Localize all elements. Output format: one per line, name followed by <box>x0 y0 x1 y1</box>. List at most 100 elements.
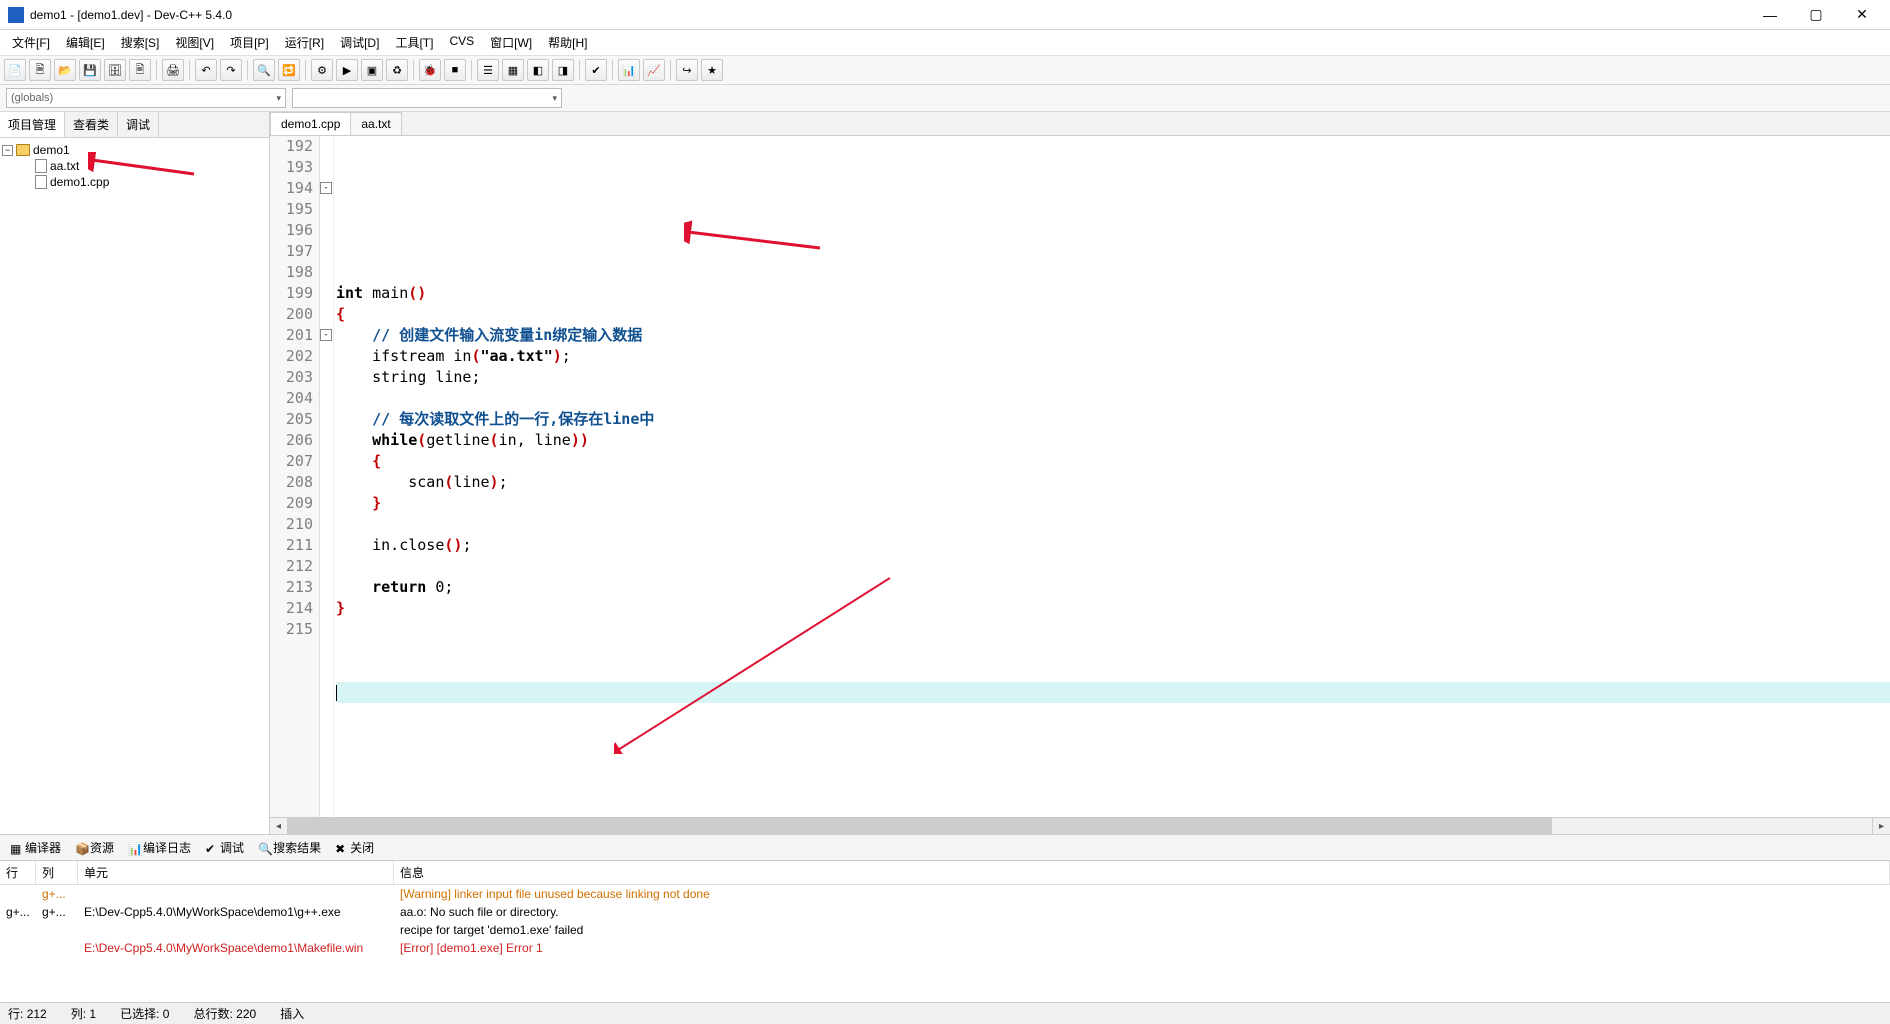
compiler-row[interactable]: recipe for target 'demo1.exe' failed <box>0 921 1890 939</box>
menu-item[interactable]: 调试[D] <box>334 32 385 53</box>
code-line[interactable] <box>336 661 1890 682</box>
code-line[interactable] <box>336 619 1890 640</box>
code-line[interactable] <box>336 745 1890 766</box>
menu-item[interactable]: 工具[T] <box>389 32 439 53</box>
close-button[interactable]: ✕ <box>1848 5 1876 25</box>
find-button[interactable]: 🔍 <box>253 59 275 81</box>
fold-toggle[interactable]: - <box>320 182 332 194</box>
code-line[interactable] <box>336 640 1890 661</box>
code-line[interactable] <box>336 262 1890 283</box>
minimize-button[interactable]: — <box>1756 5 1784 25</box>
tree-file-node[interactable]: aa.txt <box>2 158 267 174</box>
code-line[interactable]: // 每次读取文件上的一行,保存在line中 <box>336 409 1890 430</box>
code-line[interactable]: in.close(); <box>336 535 1890 556</box>
scroll-left-arrow[interactable]: ◂ <box>270 818 288 834</box>
code-line[interactable] <box>336 388 1890 409</box>
bottom-tab[interactable]: 📦资源 <box>69 837 120 858</box>
maximize-button[interactable]: ▢ <box>1802 5 1830 25</box>
tree-file-node[interactable]: demo1.cpp <box>2 174 267 190</box>
compiler-row[interactable]: g+...[Warning] linker input file unused … <box>0 885 1890 903</box>
menu-item[interactable]: 文件[F] <box>6 32 56 53</box>
code-line[interactable]: ifstream in("aa.txt"); <box>336 346 1890 367</box>
col-line-header[interactable]: 行 <box>0 861 36 884</box>
menu-item[interactable]: 窗口[W] <box>484 32 538 53</box>
tree-project-node[interactable]: − demo1 <box>2 142 267 158</box>
bottom-tab[interactable]: 📊编译日志 <box>122 837 197 858</box>
rebuild-button[interactable]: ♻ <box>386 59 408 81</box>
tab-icon: ✔ <box>205 842 217 854</box>
save-all-button[interactable]: 🗄 <box>104 59 126 81</box>
col-col-header[interactable]: 列 <box>36 861 78 884</box>
bottom-tab[interactable]: ✖关闭 <box>329 837 380 858</box>
new-project-button[interactable]: 🗎 <box>29 59 51 81</box>
code-line[interactable]: scan(line); <box>336 472 1890 493</box>
bottom-tab[interactable]: ✔调试 <box>199 837 250 858</box>
menu-item[interactable]: 视图[V] <box>169 32 220 53</box>
print-button[interactable]: 🖨 <box>162 59 184 81</box>
code-line[interactable] <box>336 514 1890 535</box>
editor-tab[interactable]: aa.txt <box>350 112 401 135</box>
left-tab[interactable]: 调试 <box>118 112 159 137</box>
chart-button[interactable]: 📊 <box>618 59 640 81</box>
left-tab[interactable]: 项目管理 <box>0 112 65 137</box>
replace-button[interactable]: 🔁 <box>278 59 300 81</box>
close-file-button[interactable]: 🖹 <box>129 59 151 81</box>
col-unit-header[interactable]: 单元 <box>78 861 394 884</box>
editor-tabs: demo1.cppaa.txt <box>270 112 1890 136</box>
bottom-tab-label: 编译日志 <box>143 839 191 856</box>
menu-item[interactable]: 搜索[S] <box>115 32 166 53</box>
compiler-row[interactable]: E:\Dev-Cpp5.4.0\MyWorkSpace\demo1\Makefi… <box>0 939 1890 957</box>
scope-combo[interactable]: (globals) ▾ <box>6 88 286 108</box>
code-line[interactable]: return 0; <box>336 577 1890 598</box>
bottom-tab[interactable]: 🔍搜索结果 <box>252 837 327 858</box>
menu-item[interactable]: 项目[P] <box>224 32 275 53</box>
code-line[interactable]: string line; <box>336 367 1890 388</box>
editor-tab[interactable]: demo1.cpp <box>270 112 351 135</box>
code-line[interactable]: { <box>336 451 1890 472</box>
fold-toggle[interactable]: - <box>320 329 332 341</box>
minus-icon[interactable]: − <box>2 145 13 156</box>
left-tab[interactable]: 查看类 <box>65 112 118 137</box>
compiler-row[interactable]: g+...g+...E:\Dev-Cpp5.4.0\MyWorkSpace\de… <box>0 903 1890 921</box>
menu-item[interactable]: 帮助[H] <box>542 32 593 53</box>
code-line[interactable]: } <box>336 493 1890 514</box>
check-button[interactable]: ✔ <box>585 59 607 81</box>
stats-button[interactable]: 📈 <box>643 59 665 81</box>
bottom-tab[interactable]: ▦编译器 <box>4 837 67 858</box>
code-line[interactable] <box>336 556 1890 577</box>
menu-item[interactable]: 运行[R] <box>279 32 330 53</box>
code-area[interactable]: int main(){ // 创建文件输入流变量in绑定输入数据 ifstrea… <box>334 136 1890 817</box>
open-button[interactable]: 📂 <box>54 59 76 81</box>
project-opts-button[interactable]: ☰ <box>477 59 499 81</box>
horizontal-scrollbar[interactable]: ◂ ▸ <box>270 817 1890 834</box>
bookmark-button[interactable]: ★ <box>701 59 723 81</box>
new-file-button[interactable]: 📄 <box>4 59 26 81</box>
menu-item[interactable]: CVS <box>443 32 480 53</box>
undo-button[interactable]: ↶ <box>195 59 217 81</box>
compile-run-button[interactable]: ▣ <box>361 59 383 81</box>
grid-button[interactable]: ▦ <box>502 59 524 81</box>
save-button[interactable]: 💾 <box>79 59 101 81</box>
code-line[interactable]: while(getline(in, line)) <box>336 430 1890 451</box>
code-line[interactable]: { <box>336 304 1890 325</box>
compile-button[interactable]: ⚙ <box>311 59 333 81</box>
scroll-thumb[interactable] <box>288 818 1552 834</box>
code-line[interactable]: // 创建文件输入流变量in绑定输入数据 <box>336 325 1890 346</box>
code-line[interactable]: int main() <box>336 283 1890 304</box>
code-editor[interactable]: 1921931941951961971981992002012022032042… <box>270 136 1890 817</box>
code-line[interactable] <box>336 724 1890 745</box>
code-line[interactable]: } <box>336 598 1890 619</box>
code-line[interactable] <box>336 703 1890 724</box>
stop-button[interactable]: ■ <box>444 59 466 81</box>
member-combo[interactable]: ▾ <box>292 88 562 108</box>
misc1-button[interactable]: ◧ <box>527 59 549 81</box>
scroll-right-arrow[interactable]: ▸ <box>1872 818 1890 834</box>
goto-button[interactable]: ↪ <box>676 59 698 81</box>
code-line[interactable] <box>336 682 1890 703</box>
misc2-button[interactable]: ◨ <box>552 59 574 81</box>
debug-button[interactable]: 🐞 <box>419 59 441 81</box>
menu-item[interactable]: 编辑[E] <box>60 32 111 53</box>
run-button[interactable]: ▶ <box>336 59 358 81</box>
redo-button[interactable]: ↷ <box>220 59 242 81</box>
col-msg-header[interactable]: 信息 <box>394 861 1890 884</box>
